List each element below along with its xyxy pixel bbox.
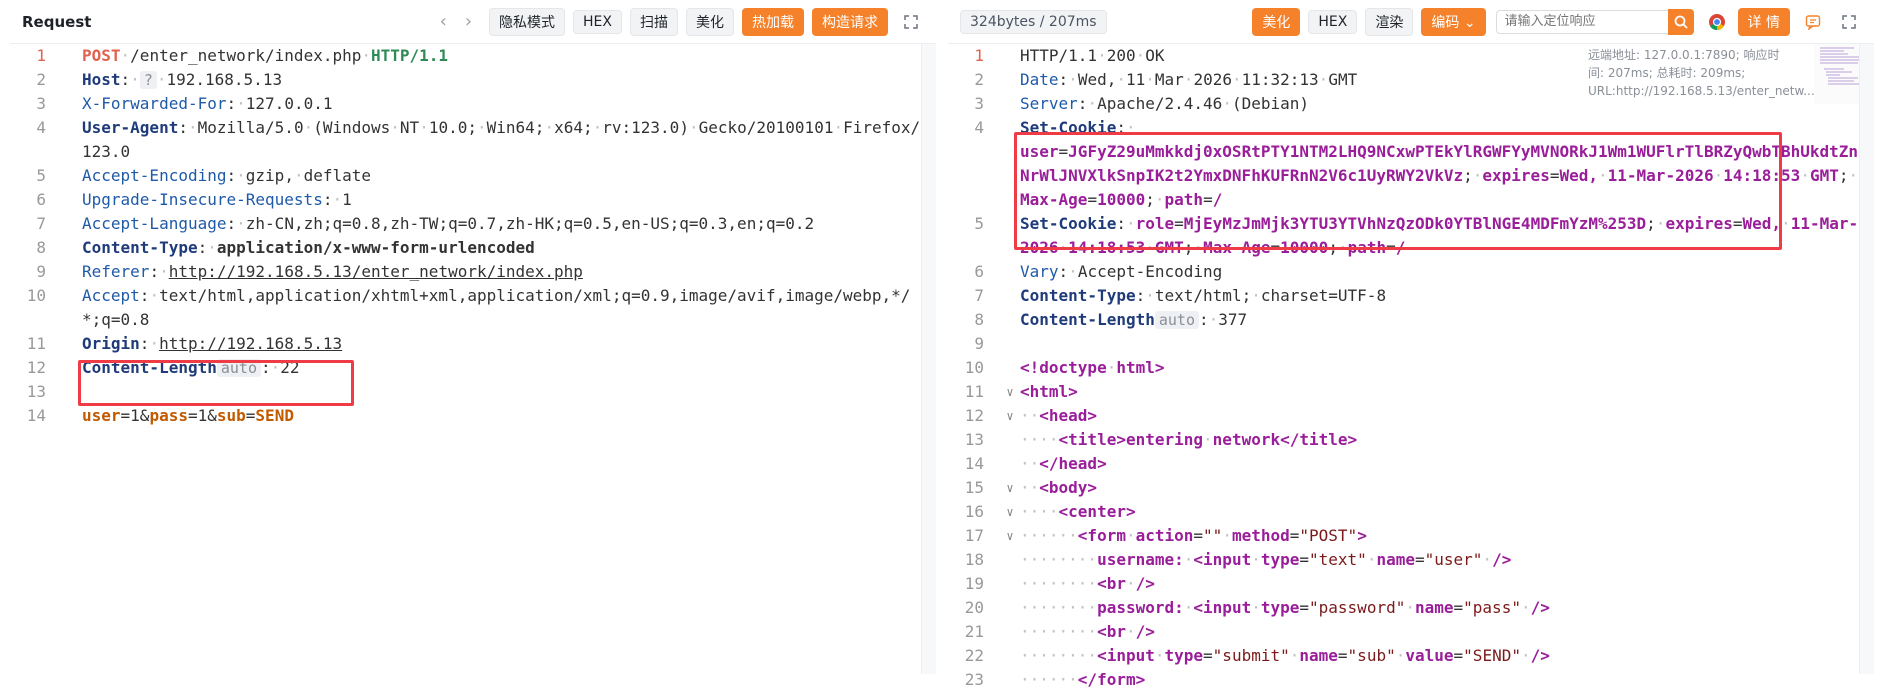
render-button[interactable]: 渲染 bbox=[1365, 7, 1414, 36]
response-scrollbar[interactable] bbox=[1859, 44, 1874, 674]
privacy-mode-button[interactable]: 隐私模式 bbox=[489, 7, 566, 36]
request-body-highlight bbox=[78, 360, 354, 406]
request-panel: Request ‹ › 隐私模式 HEX 扫描 美化 热加载 构造请求 1 PO… bbox=[10, 0, 936, 676]
code-line: 4 User-Agent:·Mozilla/5.0·(Windows·NT·10… bbox=[36, 118, 921, 161]
response-search bbox=[1495, 8, 1694, 35]
code-line: 11 Origin:·http://192.168.5.13 bbox=[26, 334, 343, 353]
code-line: 1 POST·/enter_network/index.php·HTTP/1.1 bbox=[36, 46, 449, 65]
request-editor[interactable]: 1 POST·/enter_network/index.php·HTTP/1.1… bbox=[10, 44, 936, 428]
code-line: 8 Content-Length auto:·377 bbox=[974, 310, 1248, 329]
response-editor[interactable]: 1 HTTP/1.1·200·OK 2 Date:·Wed,·11·Mar·20… bbox=[948, 44, 1874, 692]
encoding-label: 编码 bbox=[1431, 14, 1460, 31]
code-line: 5 Accept-Encoding:·gzip,·deflate bbox=[36, 166, 372, 185]
chrome-icon[interactable] bbox=[1704, 9, 1730, 35]
code-line: 7 Content-Type:·text/html;·charset=UTF-8 bbox=[974, 286, 1387, 305]
encoding-dropdown[interactable]: 编码 ⌄ bbox=[1421, 7, 1486, 36]
forward-arrow-icon[interactable]: › bbox=[465, 11, 472, 32]
response-toolbar: 324bytes / 207ms 美化 HEX 渲染 编码 ⌄ 详 情 bbox=[948, 0, 1874, 44]
response-size-badge: 324bytes / 207ms bbox=[960, 9, 1107, 34]
chevron-down-icon: ⌄ bbox=[1463, 14, 1476, 31]
back-arrow-icon[interactable]: ‹ bbox=[440, 11, 447, 32]
code-line: 23 ······</form> bbox=[964, 670, 1146, 689]
set-cookie-highlight bbox=[1014, 132, 1782, 250]
code-line: 6 Vary:·Accept-Encoding bbox=[974, 262, 1223, 281]
code-line: 16 ∨ ····<center> bbox=[948, 500, 1874, 524]
hot-load-button[interactable]: 热加载 bbox=[742, 7, 804, 36]
code-line: 3 X-Forwarded-For:·127.0.0.1 bbox=[36, 94, 333, 113]
code-line: 11 ∨ <html> bbox=[948, 380, 1874, 404]
code-line: 9 bbox=[974, 334, 984, 353]
code-line: 10 Accept:·text/html,application/xhtml+x… bbox=[26, 286, 911, 329]
fullscreen-icon[interactable] bbox=[1836, 9, 1862, 35]
fold-chevron-icon[interactable]: ∨ bbox=[1000, 500, 1020, 524]
code-line: 21 ········<br·/> bbox=[964, 622, 1155, 641]
code-line: 18 ········username:·<input·type="text"·… bbox=[964, 550, 1512, 569]
code-line: 2 Host:·? ·192.168.5.13 bbox=[36, 70, 283, 89]
code-line: 13 ····<title>entering·network</title> bbox=[964, 430, 1358, 449]
response-panel: 324bytes / 207ms 美化 HEX 渲染 编码 ⌄ 详 情 1 HT… bbox=[948, 0, 1874, 689]
code-line: 15 ∨ ··<body> bbox=[948, 476, 1874, 500]
request-beautify-button[interactable]: 美化 bbox=[686, 7, 734, 36]
code-line: 7 Accept-Language:·zh-CN,zh;q=0.8,zh-TW;… bbox=[36, 214, 815, 233]
code-line: 17 ∨ ······<form·action=""·method="POST"> bbox=[948, 524, 1874, 548]
code-line: 14 ··</head> bbox=[964, 454, 1107, 473]
request-scrollbar[interactable] bbox=[921, 44, 936, 674]
response-search-input[interactable] bbox=[1495, 9, 1668, 34]
code-line: 9 Referer:·http://192.168.5.13/enter_net… bbox=[36, 262, 583, 281]
response-hex-button[interactable]: HEX bbox=[1308, 9, 1358, 34]
code-line: 14 user=1&pass=1&sub=SEND bbox=[26, 406, 294, 425]
code-line: 20 ········password:·<input·type="passwo… bbox=[964, 598, 1550, 617]
search-icon[interactable] bbox=[1667, 8, 1694, 35]
fold-chevron-icon[interactable]: ∨ bbox=[1000, 380, 1020, 404]
comment-icon[interactable] bbox=[1800, 9, 1826, 35]
code-line: 12 ∨ ··<head> bbox=[948, 404, 1874, 428]
code-line: 22 ········<input·type="submit"·name="su… bbox=[964, 646, 1550, 665]
fullscreen-icon[interactable] bbox=[898, 9, 924, 35]
fold-chevron-icon[interactable]: ∨ bbox=[1000, 524, 1020, 548]
scan-button[interactable]: 扫描 bbox=[630, 7, 678, 36]
response-meta-info: 远端地址: 127.0.0.1:7890; 响应时间: 207ms; 总耗时: … bbox=[1588, 48, 1815, 98]
fold-chevron-icon[interactable]: ∨ bbox=[1000, 404, 1020, 428]
request-hex-button[interactable]: HEX bbox=[573, 9, 622, 34]
request-toolbar: Request ‹ › 隐私模式 HEX 扫描 美化 热加载 构造请求 bbox=[10, 0, 936, 44]
build-request-button[interactable]: 构造请求 bbox=[812, 7, 888, 36]
code-line: 8 Content-Type:·application/x-www-form-u… bbox=[36, 238, 535, 257]
request-title: Request bbox=[22, 12, 92, 31]
fold-chevron-icon[interactable]: ∨ bbox=[1000, 476, 1020, 500]
code-line: 6 Upgrade-Insecure-Requests:·1 bbox=[36, 190, 352, 209]
details-button[interactable]: 详 情 bbox=[1737, 7, 1790, 36]
code-line: 10 <!doctype·html> bbox=[964, 358, 1165, 377]
code-line: 19 ········<br·/> bbox=[964, 574, 1155, 593]
response-beautify-button[interactable]: 美化 bbox=[1252, 7, 1301, 36]
